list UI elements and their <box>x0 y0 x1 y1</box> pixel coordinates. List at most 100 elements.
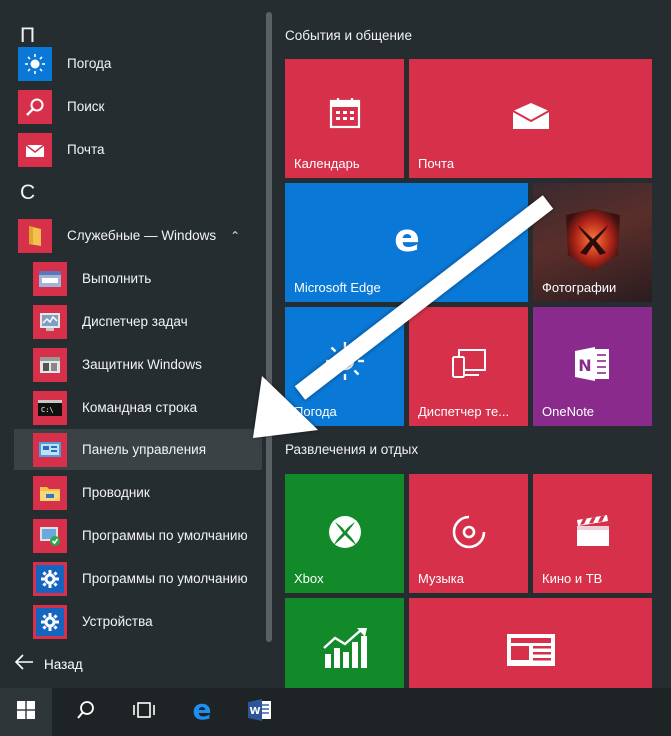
taskbar-search-button[interactable] <box>60 688 112 736</box>
folder-icon <box>18 218 52 253</box>
app-task-manager[interactable]: Диспетчер задач <box>14 301 262 342</box>
back-button[interactable]: Назад <box>14 650 83 678</box>
app-label: Служебные — Windows <box>67 228 217 243</box>
phone-devices-icon <box>409 347 528 379</box>
svg-text:W: W <box>249 706 260 717</box>
newspaper-icon <box>409 632 652 668</box>
app-label: Проводник <box>82 485 150 500</box>
taskbar-word-button[interactable]: W <box>234 688 286 736</box>
run-icon <box>33 261 67 296</box>
svg-text:C:\: C:\ <box>41 406 54 414</box>
task-view-button[interactable] <box>118 688 170 736</box>
task-manager-icon <box>33 304 67 339</box>
app-label: Диспетчер задач <box>82 314 188 329</box>
svg-text:e: e <box>394 221 420 257</box>
tile-label: Почта <box>418 156 455 171</box>
tile-xbox[interactable]: Xbox <box>285 474 404 593</box>
app-command-prompt[interactable]: C:\ Командная строка <box>14 387 262 428</box>
app-label: Погода <box>67 56 112 71</box>
cmd-icon: C:\ <box>33 390 67 425</box>
clapperboard-icon <box>533 514 652 548</box>
back-label: Назад <box>44 656 83 672</box>
photo-thumbnail-icon <box>533 205 652 275</box>
group-header-s[interactable]: С <box>20 181 35 205</box>
folder-windows-system[interactable]: Служебные — Windows ⌃ <box>0 215 262 256</box>
section-title-entertainment[interactable]: Развлечения и отдых <box>285 442 418 457</box>
app-label: Устройства <box>82 614 153 629</box>
edge-icon: e <box>285 221 528 257</box>
tile-label: Кино и ТВ <box>542 571 603 586</box>
defender-icon <box>33 347 67 382</box>
app-control-panel[interactable]: Панель управления <box>14 429 262 470</box>
onenote-icon: N <box>533 345 652 383</box>
edge-icon: e <box>189 693 215 728</box>
app-devices[interactable]: Устройства <box>14 601 262 642</box>
app-search[interactable]: Поиск <box>0 86 262 127</box>
tile-news[interactable] <box>409 598 652 688</box>
music-disc-icon <box>409 514 528 550</box>
search-icon <box>18 89 52 124</box>
app-weather[interactable]: Погода <box>0 43 262 84</box>
app-run[interactable]: Выполнить <box>14 258 262 299</box>
arrow-left-icon <box>14 653 34 675</box>
section-title-events[interactable]: События и общение <box>285 28 412 43</box>
task-view-icon <box>132 701 156 724</box>
tile-label: Фотографии <box>542 280 617 295</box>
gear-icon <box>33 561 67 596</box>
svg-text:N: N <box>578 356 591 375</box>
taskbar: e W <box>0 688 671 736</box>
app-label: Защитник Windows <box>82 357 202 372</box>
app-list: П Погода Поиск Почта С Служебные — Windo <box>0 0 278 688</box>
app-label: Программы по умолчанию <box>82 571 248 586</box>
chevron-up-icon[interactable]: ⌃ <box>230 229 240 243</box>
app-label: Выполнить <box>82 271 152 286</box>
file-explorer-icon <box>33 475 67 510</box>
tile-mail[interactable]: Почта <box>409 59 652 178</box>
search-icon <box>76 700 96 725</box>
mail-icon <box>409 101 652 131</box>
app-list-scrollbar[interactable] <box>266 12 272 642</box>
calendar-icon <box>285 96 404 130</box>
tile-label: Погода <box>294 404 337 419</box>
app-label: Панель управления <box>82 442 207 457</box>
svg-text:e: e <box>193 697 212 723</box>
tile-weather[interactable]: Погода <box>285 307 404 426</box>
tile-label: Календарь <box>294 156 360 171</box>
word-icon: W <box>247 698 273 727</box>
tile-label: Музыка <box>418 571 464 586</box>
tile-music[interactable]: Музыка <box>409 474 528 593</box>
gear-icon <box>33 604 67 639</box>
tile-onenote[interactable]: N OneNote <box>533 307 652 426</box>
tile-calendar[interactable]: Календарь <box>285 59 404 178</box>
app-default-programs[interactable]: Программы по умолчанию <box>14 515 262 556</box>
app-explorer[interactable]: Проводник <box>14 472 262 513</box>
app-windows-defender[interactable]: Защитник Windows <box>14 344 262 385</box>
tile-photos[interactable]: Фотографии <box>533 183 652 302</box>
scrollbar-thumb[interactable] <box>266 12 272 642</box>
xbox-icon <box>285 514 404 550</box>
taskbar-edge-button[interactable]: e <box>176 688 228 736</box>
sun-icon <box>285 339 404 383</box>
tile-label: Microsoft Edge <box>294 280 381 295</box>
tile-money[interactable] <box>285 598 404 688</box>
tile-label: Xbox <box>294 571 324 586</box>
app-label: Командная строка <box>82 400 198 415</box>
tile-phone-companion[interactable]: Диспетчер те... <box>409 307 528 426</box>
app-default-programs-settings[interactable]: Программы по умолчанию <box>14 558 262 599</box>
tile-movies-tv[interactable]: Кино и ТВ <box>533 474 652 593</box>
app-label: Поиск <box>67 99 105 114</box>
sun-icon <box>18 46 52 81</box>
bar-chart-icon <box>285 628 404 670</box>
windows-logo-icon <box>17 700 35 724</box>
app-label: Почта <box>67 142 105 157</box>
control-panel-icon <box>33 432 67 467</box>
default-programs-icon <box>33 518 67 553</box>
tile-label: Диспетчер те... <box>418 404 510 419</box>
tile-label: OneNote <box>542 404 595 419</box>
app-mail[interactable]: Почта <box>0 129 262 170</box>
mail-icon <box>18 132 52 167</box>
tile-microsoft-edge[interactable]: e Microsoft Edge <box>285 183 528 302</box>
start-menu: П Погода Поиск Почта С Служебные — Windo <box>0 0 671 688</box>
start-button[interactable] <box>0 688 52 736</box>
app-label: Программы по умолчанию <box>82 528 248 543</box>
